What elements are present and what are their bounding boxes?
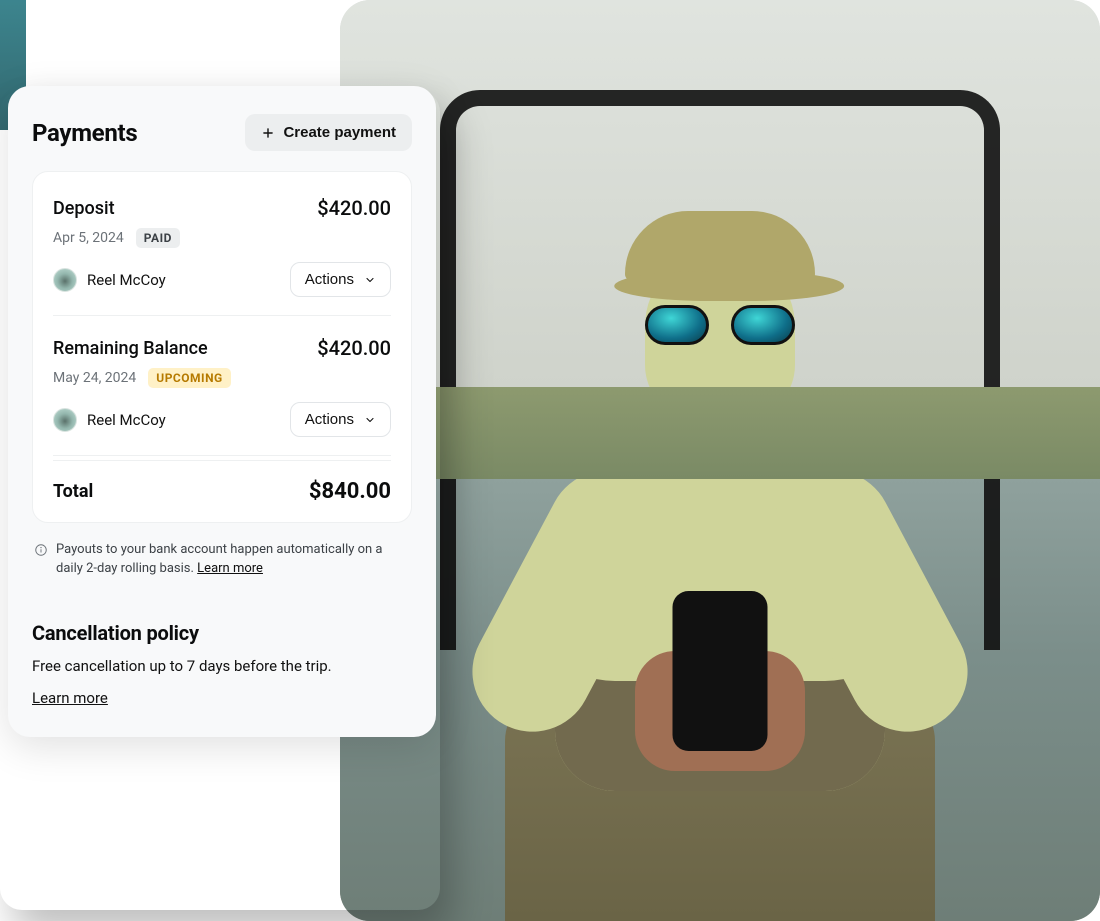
chevron-down-icon xyxy=(364,274,376,286)
create-payment-button[interactable]: Create payment xyxy=(245,114,412,151)
payment-date: May 24, 2024 xyxy=(53,370,136,386)
total-amount: $840.00 xyxy=(309,479,391,504)
total-row: Total $840.00 xyxy=(53,460,391,504)
payments-panel: Deposit $420.00 Apr 5, 2024 PAID Reel Mc… xyxy=(32,171,412,523)
status-badge-upcoming: UPCOMING xyxy=(148,368,230,388)
payment-title: Remaining Balance xyxy=(53,338,208,359)
payment-entry: Remaining Balance $420.00 May 24, 2024 U… xyxy=(53,316,391,456)
total-label: Total xyxy=(53,481,93,502)
chevron-down-icon xyxy=(364,414,376,426)
payment-amount: $420.00 xyxy=(317,336,391,360)
cancellation-learn-more-link[interactable]: Learn more xyxy=(32,689,108,707)
avatar xyxy=(53,408,77,432)
cancellation-heading: Cancellation policy xyxy=(32,621,412,645)
plus-icon xyxy=(261,126,275,140)
payout-note: Payouts to your bank account happen auto… xyxy=(34,541,410,579)
info-icon xyxy=(34,543,48,557)
payment-actions-button[interactable]: Actions xyxy=(290,262,391,297)
cancellation-section: Cancellation policy Free cancellation up… xyxy=(32,621,412,707)
payment-party: Reel McCoy xyxy=(53,408,166,432)
create-payment-label: Create payment xyxy=(283,124,396,141)
payment-entry: Deposit $420.00 Apr 5, 2024 PAID Reel Mc… xyxy=(53,176,391,316)
payout-learn-more-link[interactable]: Learn more xyxy=(197,561,263,576)
payment-title: Deposit xyxy=(53,198,115,219)
party-name: Reel McCoy xyxy=(87,411,166,429)
party-name: Reel McCoy xyxy=(87,271,166,289)
payments-card: Payments Create payment Deposit $420.00 … xyxy=(8,86,436,737)
avatar xyxy=(53,268,77,292)
actions-label: Actions xyxy=(305,271,354,288)
payments-heading: Payments xyxy=(32,119,137,147)
cancellation-body: Free cancellation up to 7 days before th… xyxy=(32,657,412,675)
payment-actions-button[interactable]: Actions xyxy=(290,402,391,437)
payment-party: Reel McCoy xyxy=(53,268,166,292)
payment-date: Apr 5, 2024 xyxy=(53,230,124,246)
payment-amount: $420.00 xyxy=(317,196,391,220)
status-badge-paid: PAID xyxy=(136,228,180,248)
background-photo xyxy=(340,0,1100,921)
actions-label: Actions xyxy=(305,411,354,428)
